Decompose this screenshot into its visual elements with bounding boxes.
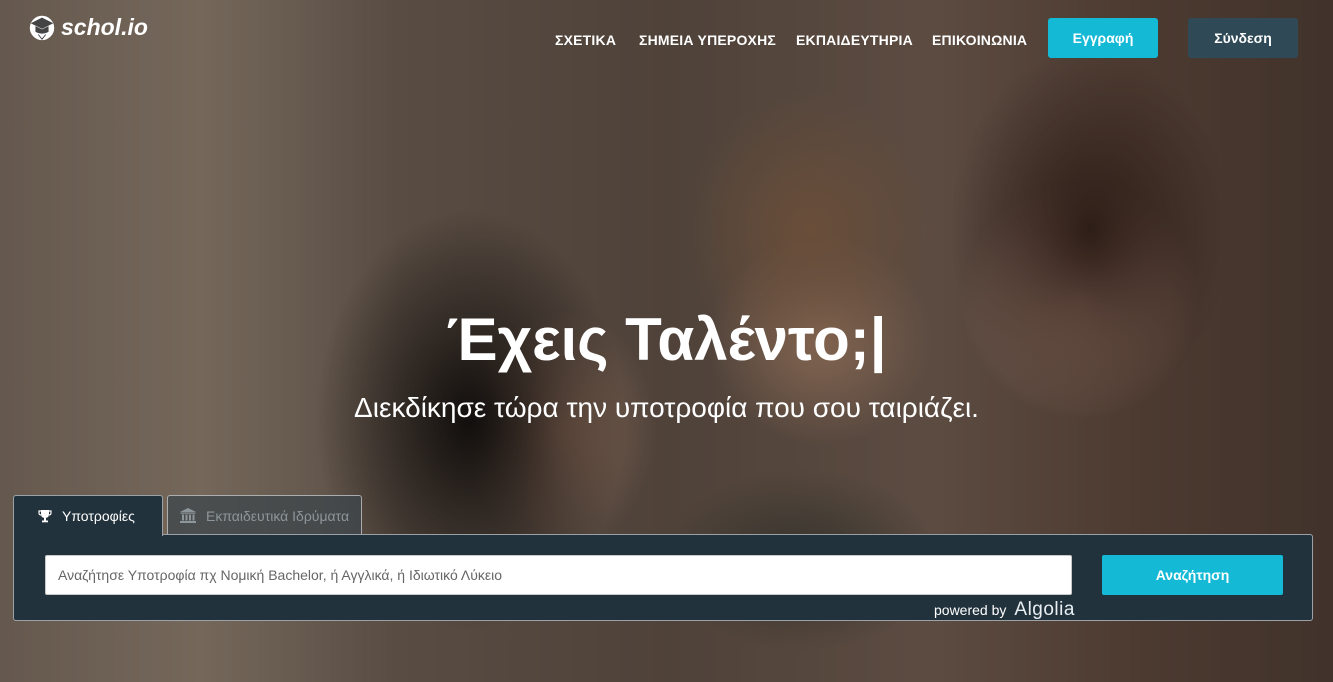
graduation-cap-icon — [29, 15, 55, 41]
nav-item-about[interactable]: ΣΧΕΤΙΚΑ — [555, 32, 616, 48]
login-button[interactable]: Σύνδεση — [1188, 18, 1298, 58]
hero-subheadline: Διεκδίκησε τώρα την υποτροφία που σου τα… — [354, 392, 979, 423]
nav-item-contact[interactable]: ΕΠΙΚΟΙΝΩΝΙΑ — [932, 32, 1027, 48]
tab-institutions-label: Εκπαιδευτικά Ιδρύματα — [206, 507, 350, 524]
brand-name: schol.io — [61, 13, 148, 40]
search-panel: Αναζήτηση powered by Algolia — [13, 534, 1313, 621]
register-button[interactable]: Εγγραφή — [1048, 18, 1158, 58]
nav-item-highlights[interactable]: ΣΗΜΕΙΑ ΥΠΕΡΟΧΗΣ — [639, 32, 776, 48]
tab-scholarships-label: Υποτροφίες — [62, 508, 135, 524]
tab-institutions[interactable]: Εκπαιδευτικά Ιδρύματα — [167, 495, 362, 535]
search-button[interactable]: Αναζήτηση — [1102, 555, 1283, 595]
brand-logo[interactable]: schol.io — [27, 12, 148, 42]
powered-by-label: powered by — [934, 602, 1007, 618]
search-input[interactable] — [45, 555, 1072, 595]
tab-scholarships[interactable]: Υποτροφίες — [13, 495, 163, 536]
powered-by-algolia[interactable]: powered by Algolia — [934, 599, 1075, 621]
institution-icon — [180, 508, 196, 523]
nav-item-schools[interactable]: ΕΚΠΑΙΔΕΥΤΗΡΙΑ — [796, 32, 913, 48]
algolia-logo: Algolia — [1014, 599, 1075, 620]
trophy-icon — [38, 510, 52, 523]
hero-headline: Έχεις Ταλέντο;| — [446, 306, 887, 373]
